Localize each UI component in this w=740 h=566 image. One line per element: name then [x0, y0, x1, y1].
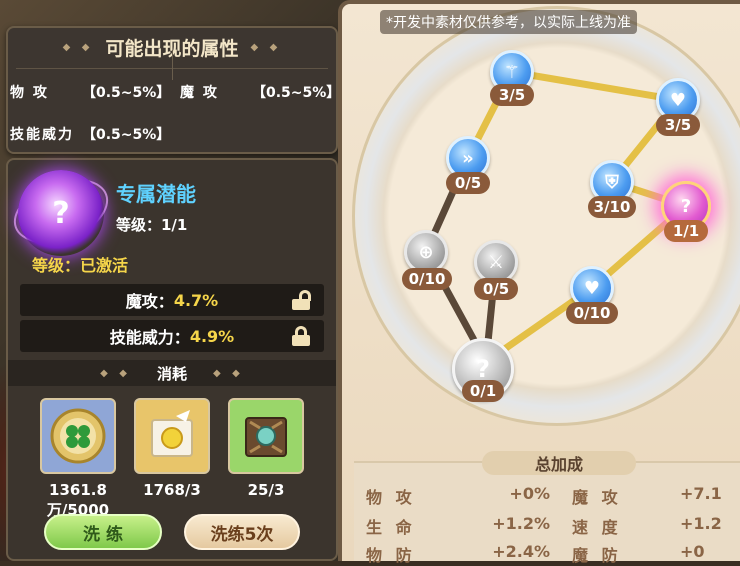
heart-icon: ♥ [583, 277, 601, 299]
node-level-tag: 0/5 [474, 278, 518, 300]
dev-notice: *开发中素材仅供参考，以实际上线为准 [380, 10, 637, 34]
sword-icon: ⚔ [487, 251, 505, 273]
total-value: +2.4% [492, 542, 550, 561]
total-value: +1.2 [680, 514, 722, 533]
staff-icon: ⚚ [503, 61, 521, 83]
node-level-tag: 3/10 [588, 196, 636, 218]
total-label: 物 防 [366, 546, 416, 565]
total-label: 生 命 [366, 518, 416, 537]
question-icon: ? [476, 355, 490, 383]
total-label: 物 攻 [366, 488, 416, 507]
node-level-tag: 0/1 [462, 380, 504, 402]
heart-icon: ♥ [669, 89, 687, 111]
shield-icon: ⛨ [605, 171, 619, 193]
chevron-icon: » [462, 147, 474, 169]
total-value: +0% [509, 484, 550, 503]
total-bonus-title: 总加成 [482, 451, 636, 475]
total-value: +7.1 [680, 484, 722, 503]
crosshair-icon: ⊕ [418, 241, 434, 263]
potential-icon: ? [680, 195, 692, 217]
node-level-tag: 0/5 [446, 172, 490, 194]
total-value: +0 [680, 542, 705, 561]
node-level-tag: 1/1 [664, 220, 708, 242]
total-label: 魔 攻 [572, 488, 622, 507]
node-level-tag: 0/10 [566, 302, 618, 324]
node-level-tag: 0/10 [402, 268, 452, 290]
total-label: 速 度 [572, 518, 622, 537]
total-value: +1.2% [492, 514, 550, 533]
node-level-tag: 3/5 [656, 114, 700, 136]
node-level-tag: 3/5 [490, 84, 534, 106]
total-label: 魔 防 [572, 546, 622, 565]
